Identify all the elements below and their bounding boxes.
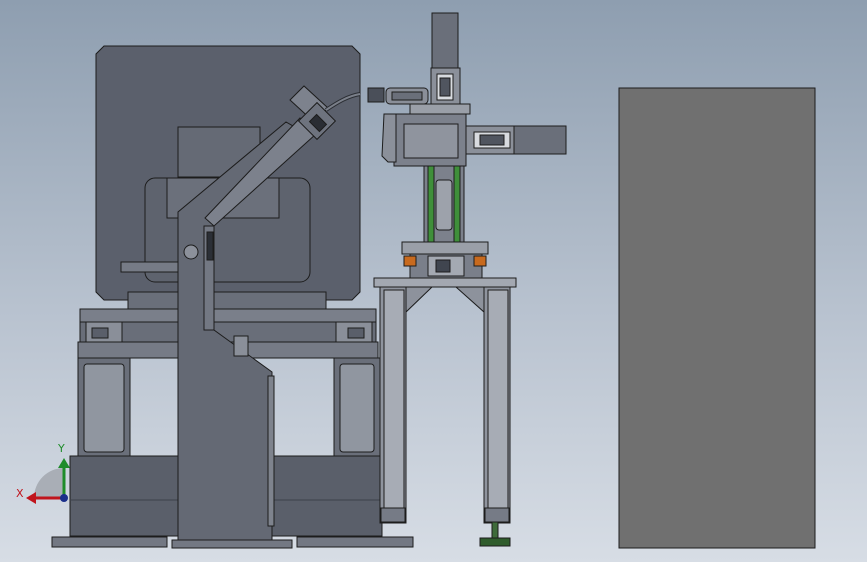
cad-viewport[interactable]: Y X	[0, 0, 867, 562]
side-cabinet-panel	[618, 87, 816, 549]
machine-assembly-drawing	[26, 12, 816, 549]
middle-station-stand	[373, 277, 517, 547]
x-axis-label: X	[16, 487, 24, 500]
y-axis-label: Y	[58, 442, 65, 455]
vertical-axis-module	[367, 12, 567, 279]
coordinate-triad	[26, 458, 70, 504]
